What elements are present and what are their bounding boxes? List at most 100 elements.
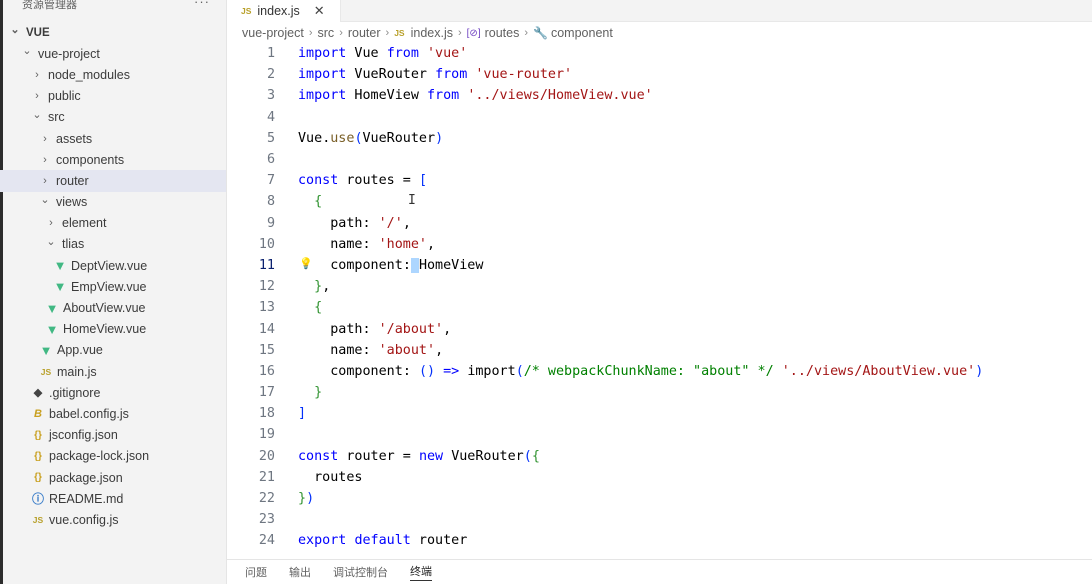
js-file-icon: JS	[394, 28, 405, 38]
code-line[interactable]: 7 const routes = [	[227, 170, 1092, 191]
breadcrumb-label: vue-project	[242, 26, 304, 40]
panel-tab[interactable]: 输出	[289, 564, 311, 580]
tree-item-label: components	[56, 152, 125, 167]
tree-item-public[interactable]: › public	[0, 86, 226, 107]
tree-item-deptview-vue[interactable]: ▼ DeptView.vue	[0, 255, 226, 276]
tree-item-label: public	[48, 89, 81, 104]
line-number: 17	[258, 385, 275, 401]
tree-item-node-modules[interactable]: › node_modules	[0, 64, 226, 85]
line-number: 22	[258, 491, 275, 507]
line-number: 1	[266, 46, 275, 62]
breadcrumb-item[interactable]: JS index.js	[394, 26, 453, 40]
code-text: }	[314, 385, 323, 401]
tree-item-vue-project[interactable]: ⌄ vue-project	[0, 43, 226, 64]
panel-tab[interactable]: 问题	[245, 564, 267, 580]
variable-symbol-icon: [⊘]	[466, 27, 481, 39]
tree-item-gitignore[interactable]: ◆ .gitignore	[0, 382, 226, 403]
tree-item-babel-config-js[interactable]: Bbabel.config.js	[0, 403, 226, 424]
code-line[interactable]: 23	[227, 509, 1092, 530]
tree-item-vue[interactable]: ⌄ VUE	[0, 22, 226, 43]
code-line[interactable]: 14 path: '/about',	[227, 318, 1092, 339]
json-file-icon: {}	[34, 472, 42, 484]
code-line[interactable]: 17 }	[227, 382, 1092, 403]
panel-tab[interactable]: 终端	[410, 563, 432, 581]
code-line[interactable]: 20 const router = new VueRouter({	[227, 446, 1092, 467]
tree-item-label: vue-project	[38, 46, 100, 61]
line-number: 16	[258, 363, 275, 379]
code-line[interactable]: 16 component: () => import(/* webpackChu…	[227, 361, 1092, 382]
code-line[interactable]: 24 export default router	[227, 530, 1092, 551]
code-line[interactable]: 15 name: 'about',	[227, 340, 1092, 361]
line-number: 10	[258, 236, 275, 252]
tree-item-label: main.js	[57, 364, 97, 379]
tree-item-label: package-lock.json	[49, 449, 150, 464]
more-actions-icon[interactable]: ···	[194, 0, 210, 9]
tree-item-package-json[interactable]: {} package.json	[0, 467, 226, 488]
line-number: 23	[258, 512, 275, 528]
code-line[interactable]: 8 {	[227, 191, 1092, 212]
tree-item-label: element	[62, 216, 107, 231]
breadcrumb: vue-project › src › router › JS index.js › [⊘] rou…	[242, 24, 613, 42]
chevron-down-icon: ⌄	[22, 45, 32, 58]
code-editor[interactable]: 1 import Vue from 'vue' 2 import VueRouter …	[227, 43, 1092, 552]
code-text: const router = new VueRouter({	[298, 448, 540, 464]
tree-item-empview-vue[interactable]: ▼ EmpView.vue	[0, 276, 226, 297]
code-line[interactable]: 1 import Vue from 'vue'	[227, 43, 1092, 64]
tree-item-label: router	[56, 173, 89, 188]
tree-item-main-js[interactable]: JS main.js	[0, 361, 226, 382]
tree-item-views[interactable]: ⌄ views	[0, 192, 226, 213]
code-line[interactable]: 21 routes	[227, 467, 1092, 488]
code-line[interactable]: 5 Vue.use(VueRouter)	[227, 128, 1092, 149]
line-number: 8	[266, 194, 275, 210]
json-file-icon: {}	[34, 450, 42, 462]
close-icon[interactable]: ✕	[314, 3, 325, 19]
code-line[interactable]: 3 import HomeView from '../views/HomeView…	[227, 85, 1092, 106]
tree-item-label: tlias	[62, 237, 85, 252]
tree-item-jsconfig-json[interactable]: {} jsconfig.json	[0, 425, 226, 446]
tree-item-src[interactable]: ⌄ src	[0, 107, 226, 128]
breadcrumb-item[interactable]: router	[348, 26, 381, 40]
line-number: 11	[258, 257, 275, 273]
code-text: import VueRouter from 'vue-router'	[298, 67, 573, 83]
panel-tab[interactable]: 调试控制台	[333, 564, 388, 580]
code-line[interactable]: 18]	[227, 403, 1092, 424]
vue-file-icon: ▼	[39, 342, 53, 358]
babel-file-icon: B	[34, 407, 42, 420]
breadcrumb-label: component	[550, 26, 613, 40]
code-line[interactable]: 13 {	[227, 297, 1092, 318]
breadcrumb-item[interactable]: [⊘] routes	[467, 26, 520, 40]
tree-item-aboutview-vue[interactable]: ▼ AboutView.vue	[0, 297, 226, 318]
tree-item-app-vue[interactable]: ▼ App.vue	[0, 340, 226, 361]
tree-item-vue-config-js[interactable]: JS vue.config.js	[0, 509, 226, 530]
code-text: const routes = [	[298, 173, 427, 189]
breadcrumb-item[interactable]: src	[318, 26, 335, 40]
code-text: ]	[298, 406, 307, 422]
tab-index-js[interactable]: JS index.js ✕	[227, 0, 341, 22]
tree-item-tlias[interactable]: ⌄ tlias	[0, 234, 226, 255]
code-line[interactable]: 2 import VueRouter from 'vue-router'	[227, 64, 1092, 85]
tree-item-components[interactable]: › components	[0, 149, 226, 170]
code-line[interactable]: 10 name: 'home',	[227, 234, 1092, 255]
line-number: 14	[258, 321, 275, 337]
code-line[interactable]: 22})	[227, 488, 1092, 509]
code-line[interactable]: 19	[227, 424, 1092, 445]
tree-item-package-lock-json[interactable]: {} package-lock.json	[0, 446, 226, 467]
chevron-right-icon: ›	[43, 174, 47, 187]
breadcrumb-item[interactable]: 🔧 component	[533, 26, 613, 40]
chevron-right-icon: ›	[43, 153, 47, 166]
tree-item-homeview-vue[interactable]: ▼ HomeView.vue	[0, 319, 226, 340]
code-line[interactable]: 11 💡 component: HomeView	[227, 255, 1092, 276]
tree-item-assets[interactable]: › assets	[0, 128, 226, 149]
tree-item-readme-md[interactable]: ⓘ README.md	[0, 488, 226, 509]
breadcrumb-item[interactable]: vue-project	[242, 26, 304, 40]
chevron-right-icon: ›	[35, 68, 39, 81]
line-number: 20	[258, 448, 275, 464]
code-line[interactable]: 12 },	[227, 276, 1092, 297]
tree-item-router[interactable]: › router	[0, 170, 226, 192]
line-number: 19	[258, 427, 275, 443]
code-line[interactable]: 6	[227, 149, 1092, 170]
tree-item-element[interactable]: › element	[0, 213, 226, 234]
code-line[interactable]: 4	[227, 107, 1092, 128]
js-file-icon: JS	[40, 366, 52, 377]
code-line[interactable]: 9 path: '/',	[227, 213, 1092, 234]
